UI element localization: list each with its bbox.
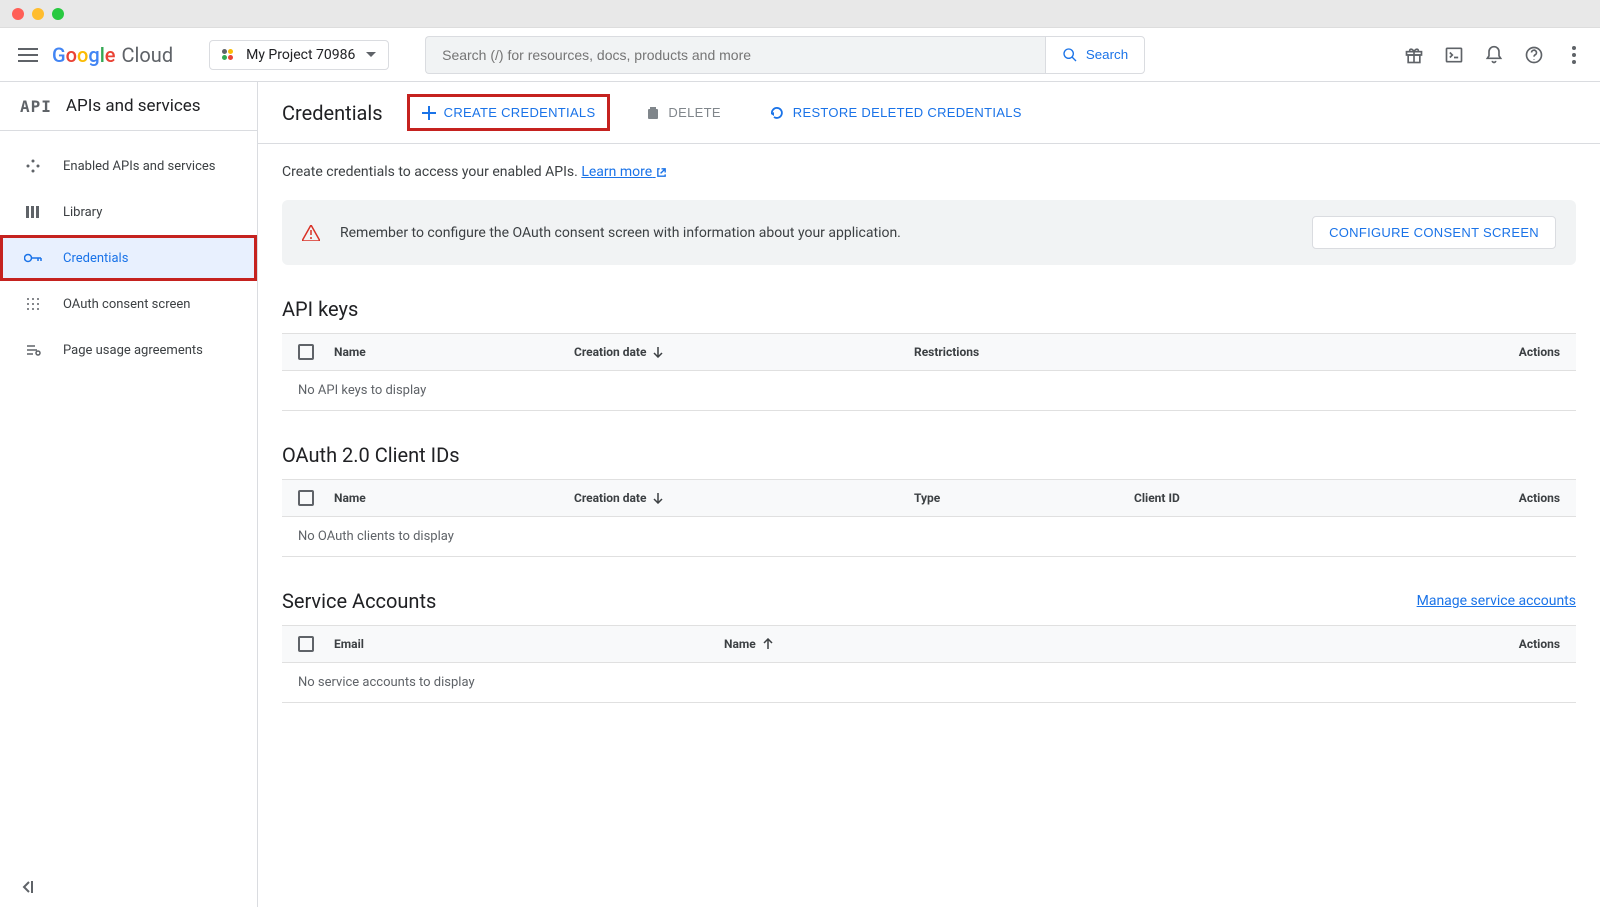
service-accounts-empty: No service accounts to display xyxy=(282,663,1576,703)
sidebar: API APIs and services Enabled APIs and s… xyxy=(0,82,258,907)
delete-label: Delete xyxy=(668,105,720,120)
sidebar-item-library[interactable]: Library xyxy=(0,189,257,235)
google-cloud-logo[interactable]: Google Cloud xyxy=(52,43,173,67)
intro-text: Create credentials to access your enable… xyxy=(282,164,1576,180)
consent-icon xyxy=(23,294,43,314)
sidebar-item-label: OAuth consent screen xyxy=(63,297,190,312)
top-header: Google Cloud My Project 70986 Search xyxy=(0,28,1600,82)
page-title: Credentials xyxy=(282,101,383,125)
help-icon[interactable] xyxy=(1524,45,1544,65)
col-name[interactable]: Name xyxy=(334,491,574,505)
project-name: My Project 70986 xyxy=(246,47,355,63)
arrow-down-icon xyxy=(652,346,664,358)
search-input[interactable] xyxy=(425,36,1045,74)
oauth-table-header: Name Creation date Type Client ID Action… xyxy=(282,479,1576,517)
collapse-sidebar-icon[interactable] xyxy=(20,879,36,895)
api-keys-table-header: Name Creation date Restrictions Actions xyxy=(282,333,1576,371)
cloud-shell-icon[interactable] xyxy=(1444,45,1464,65)
restore-button[interactable]: Restore Deleted Credentials xyxy=(757,97,1034,128)
sidebar-item-oauth-consent[interactable]: OAuth consent screen xyxy=(0,281,257,327)
project-selector[interactable]: My Project 70986 xyxy=(209,40,389,70)
service-accounts-title: Service Accounts xyxy=(282,589,436,613)
col-actions: Actions xyxy=(1519,491,1560,505)
search-container: Search xyxy=(425,36,1145,74)
learn-more-link[interactable]: Learn more xyxy=(581,164,666,180)
col-actions: Actions xyxy=(1519,637,1560,651)
api-label: API xyxy=(20,97,52,116)
search-button-label: Search xyxy=(1086,47,1128,62)
chevron-down-icon xyxy=(366,52,376,58)
service-accounts-section: Service Accounts Manage service accounts… xyxy=(282,589,1576,703)
warning-icon xyxy=(302,225,320,241)
col-restrictions[interactable]: Restrictions xyxy=(914,345,1114,359)
project-icon xyxy=(222,49,236,60)
oauth-title: OAuth 2.0 Client IDs xyxy=(282,443,460,467)
col-email[interactable]: Email xyxy=(334,637,724,651)
select-all-checkbox[interactable] xyxy=(298,636,314,652)
external-link-icon xyxy=(656,167,667,178)
sidebar-item-page-usage[interactable]: Page usage agreements xyxy=(0,327,257,373)
window-close-icon[interactable] xyxy=(12,8,24,20)
sidebar-item-label: Enabled APIs and services xyxy=(63,159,216,174)
agreements-icon xyxy=(23,340,43,360)
restore-label: Restore Deleted Credentials xyxy=(793,105,1022,120)
col-creation[interactable]: Creation date xyxy=(574,345,914,359)
window-maximize-icon[interactable] xyxy=(52,8,64,20)
sidebar-item-label: Page usage agreements xyxy=(63,343,203,358)
service-accounts-table-header: Email Name Actions xyxy=(282,625,1576,663)
restore-icon xyxy=(769,106,785,120)
page-header: Credentials Create Credentials Delete Re… xyxy=(258,82,1600,144)
delete-button[interactable]: Delete xyxy=(634,97,732,128)
sidebar-item-credentials[interactable]: Credentials xyxy=(0,235,257,281)
banner-text: Remember to configure the OAuth consent … xyxy=(340,225,1312,241)
library-icon xyxy=(23,202,43,222)
col-name[interactable]: Name xyxy=(334,345,574,359)
col-actions: Actions xyxy=(1519,345,1560,359)
col-type[interactable]: Type xyxy=(914,491,1134,505)
content: Create credentials to access your enable… xyxy=(258,144,1600,755)
sidebar-header: API APIs and services xyxy=(0,82,257,131)
mac-titlebar xyxy=(0,0,1600,28)
arrow-up-icon xyxy=(762,638,774,650)
plus-icon xyxy=(422,106,436,120)
select-all-checkbox[interactable] xyxy=(298,490,314,506)
col-client-id[interactable]: Client ID xyxy=(1134,491,1284,505)
oauth-section: OAuth 2.0 Client IDs Name Creation date … xyxy=(282,443,1576,557)
api-keys-section: API keys Name Creation date Restrictions… xyxy=(282,297,1576,411)
gift-icon[interactable] xyxy=(1404,45,1424,65)
window-minimize-icon[interactable] xyxy=(32,8,44,20)
sidebar-item-label: Library xyxy=(63,205,102,220)
search-button[interactable]: Search xyxy=(1045,36,1145,74)
api-keys-empty: No API keys to display xyxy=(282,371,1576,411)
sidebar-title: APIs and services xyxy=(66,96,201,116)
create-credentials-button[interactable]: Create Credentials xyxy=(407,94,611,131)
enabled-apis-icon xyxy=(23,156,43,176)
manage-service-accounts-link[interactable]: Manage service accounts xyxy=(1417,593,1576,609)
sidebar-item-enabled-apis[interactable]: Enabled APIs and services xyxy=(0,143,257,189)
col-creation[interactable]: Creation date xyxy=(574,491,914,505)
notifications-icon[interactable] xyxy=(1484,45,1504,65)
main-content: Credentials Create Credentials Delete Re… xyxy=(258,82,1600,907)
arrow-down-icon xyxy=(652,492,664,504)
sidebar-item-label: Credentials xyxy=(63,251,128,266)
select-all-checkbox[interactable] xyxy=(298,344,314,360)
key-icon xyxy=(23,248,43,268)
configure-consent-button[interactable]: Configure Consent Screen xyxy=(1312,216,1556,249)
api-keys-title: API keys xyxy=(282,297,358,321)
more-icon[interactable] xyxy=(1564,45,1584,65)
oauth-empty: No OAuth clients to display xyxy=(282,517,1576,557)
hamburger-menu-icon[interactable] xyxy=(16,43,40,67)
trash-icon xyxy=(646,106,660,120)
col-name[interactable]: Name xyxy=(724,637,924,651)
header-icons xyxy=(1404,45,1584,65)
create-label: Create Credentials xyxy=(444,105,596,120)
logo-product: Cloud xyxy=(122,43,174,67)
search-icon xyxy=(1062,47,1078,63)
consent-banner: Remember to configure the OAuth consent … xyxy=(282,200,1576,265)
sidebar-items: Enabled APIs and services Library Creden… xyxy=(0,131,257,373)
